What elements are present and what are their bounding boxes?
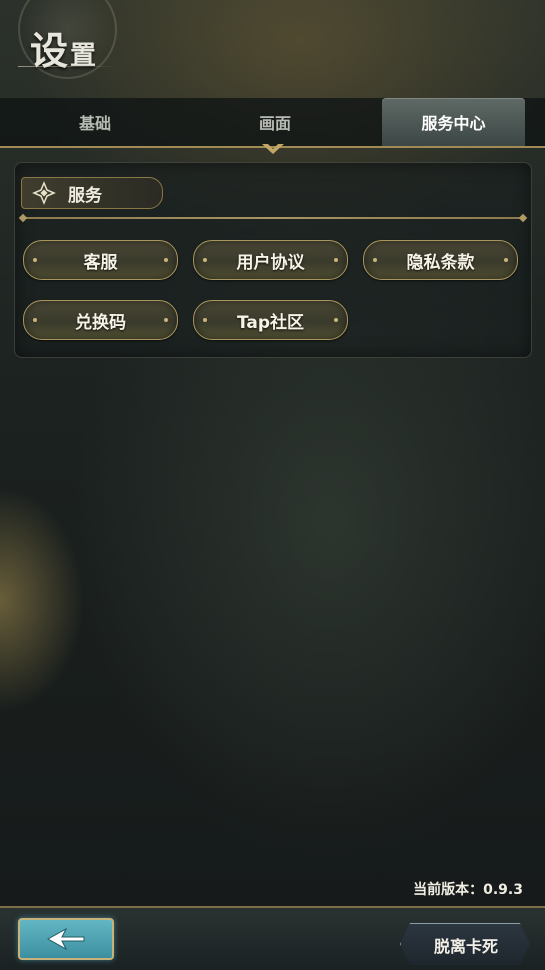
version-label: 当前版本：0.9.3 <box>413 882 523 898</box>
tab-display[interactable]: 画面 <box>186 98 364 146</box>
tab-bar: 基础 画面 服务中心 <box>0 98 545 148</box>
tab-service-center[interactable]: 服务中心 <box>382 98 525 146</box>
privacy-policy-button[interactable]: 隐私条款 <box>363 240 518 280</box>
header: 设置 <box>0 0 545 98</box>
arrow-left-icon <box>46 927 85 951</box>
service-section-header: 服务 <box>21 177 163 209</box>
unstuck-button[interactable]: 脱离卡死 <box>400 923 530 965</box>
user-agreement-button[interactable]: 用户协议 <box>193 240 348 280</box>
back-button[interactable] <box>18 918 114 960</box>
settings-screen: 设置 基础 画面 服务中心 服务 客服 用户协议 隐私条款 兑换码 Tap社区 … <box>0 0 545 970</box>
service-section-label: 服务 <box>68 185 102 206</box>
title-underline <box>18 66 118 67</box>
tab-indicator-ornament-icon <box>262 144 284 154</box>
diamond-ornament-icon <box>32 181 56 205</box>
tap-community-button[interactable]: Tap社区 <box>193 300 348 340</box>
service-panel: 服务 客服 用户协议 隐私条款 兑换码 Tap社区 <box>14 162 532 358</box>
redeem-code-button[interactable]: 兑换码 <box>23 300 178 340</box>
customer-service-button[interactable]: 客服 <box>23 240 178 280</box>
tab-basic[interactable]: 基础 <box>6 98 184 146</box>
section-divider <box>23 217 523 219</box>
